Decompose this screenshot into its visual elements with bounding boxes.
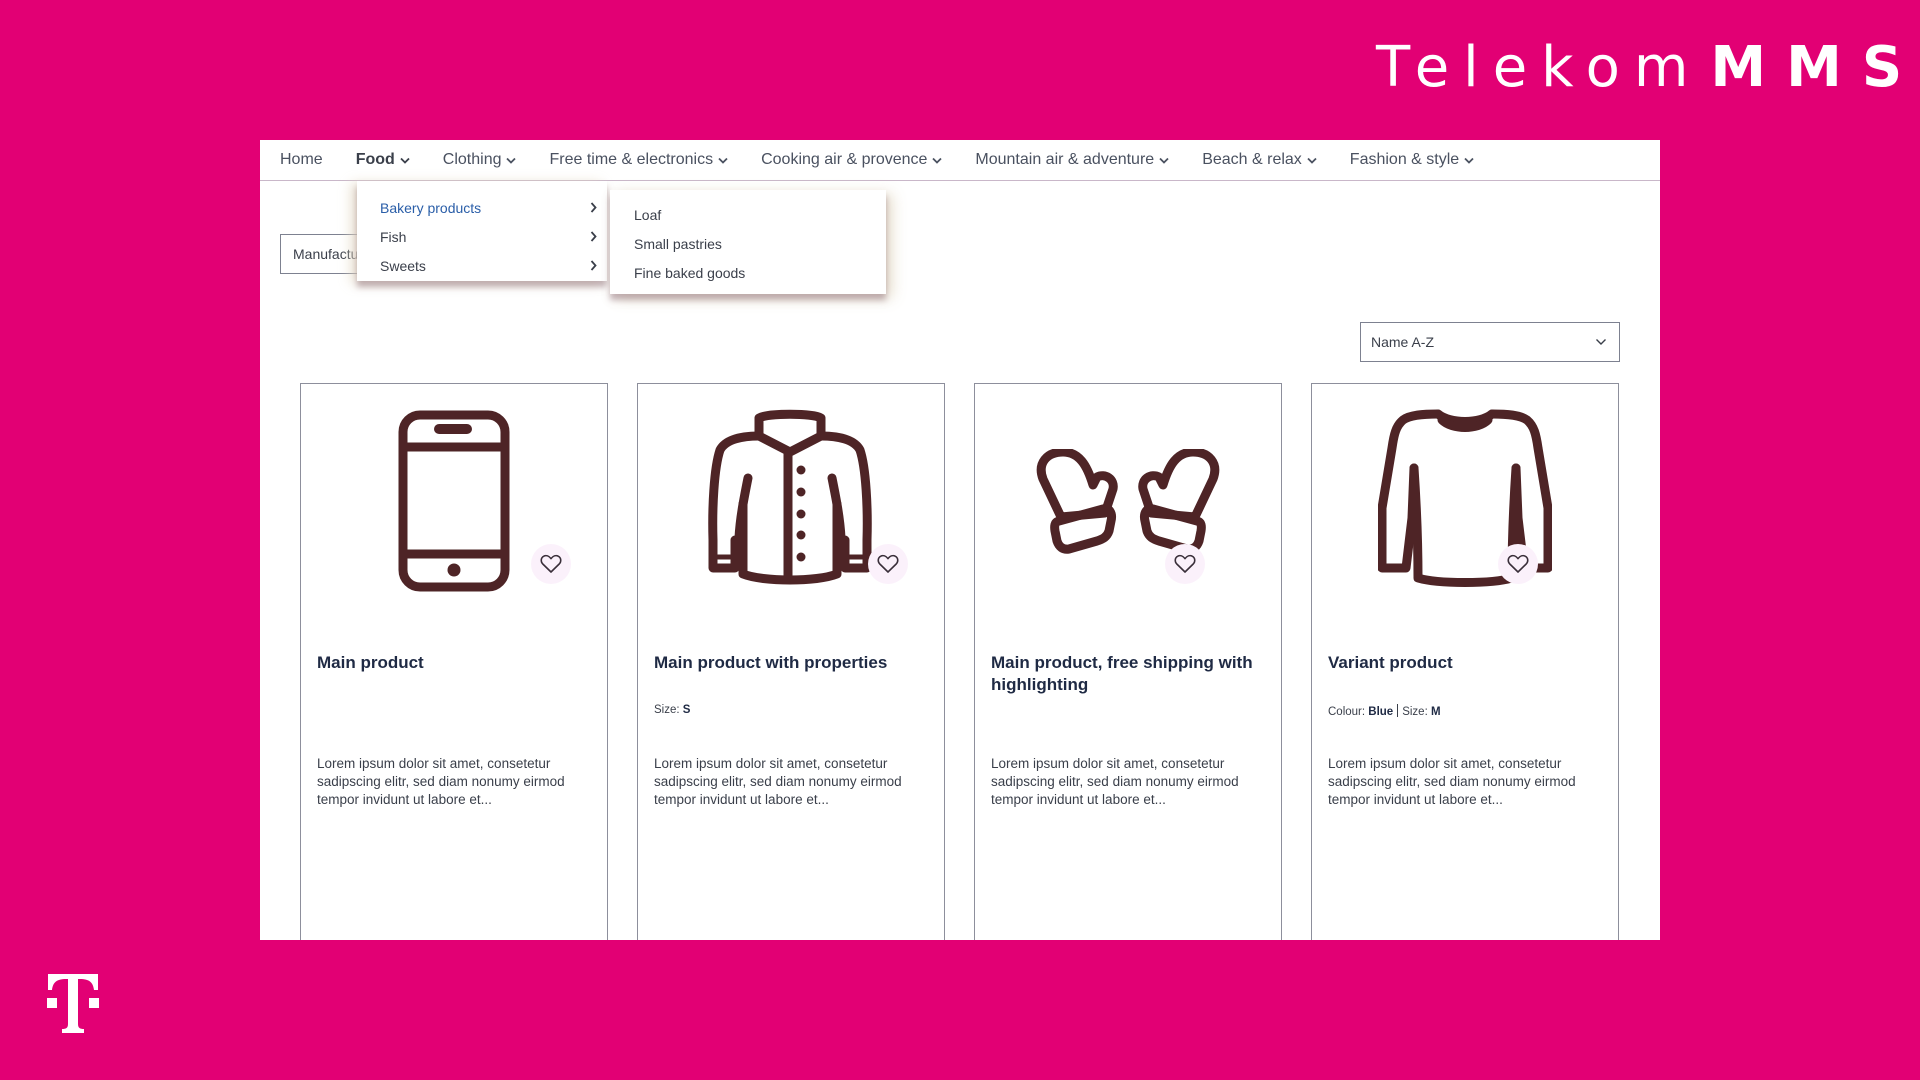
jacket-icon xyxy=(708,409,872,585)
product-card[interactable]: Variant product Colour: Blue Size: M Lore… xyxy=(1311,383,1619,940)
sort-select[interactable]: Name A-Z xyxy=(1360,322,1620,362)
menu-item-label: Sweets xyxy=(380,257,426,274)
submenu-item-small-pastries[interactable]: Small pastries xyxy=(610,229,886,258)
nav-label: Food xyxy=(355,151,395,168)
menu-item-label: Fish xyxy=(380,228,407,245)
wishlist-button[interactable] xyxy=(868,544,908,584)
menu-item-sweets[interactable]: Sweets xyxy=(357,251,607,280)
product-title[interactable]: Main product with properties xyxy=(654,652,930,674)
nav-item-cooking-air-provence[interactable]: Cooking air & provence xyxy=(761,151,943,169)
product-title[interactable]: Main product xyxy=(317,652,593,674)
product-card[interactable]: Main product, free shipping with highlig… xyxy=(974,383,1282,940)
nav-item-food[interactable]: Food xyxy=(356,151,410,169)
chevron-right-icon xyxy=(590,231,597,242)
product-card[interactable]: Main product Lorem ipsum dolor sit amet,… xyxy=(300,383,608,940)
chevron-down-icon xyxy=(1596,339,1606,345)
nav-label: Mountain air & adventure xyxy=(975,151,1155,168)
chevron-down-icon xyxy=(1307,157,1317,164)
nav-label: Cooking air & provence xyxy=(761,151,928,168)
product-image[interactable] xyxy=(1312,384,1618,606)
nav-item-mountain-air-adventure[interactable]: Mountain air & adventure xyxy=(975,151,1169,169)
chevron-down-icon xyxy=(506,157,517,164)
nav-item-fashion-style[interactable]: Fashion & style xyxy=(1350,151,1474,169)
product-description: Lorem ipsum dolor sit amet, consetetur s… xyxy=(991,756,1239,807)
property-separator xyxy=(1397,704,1399,717)
menu-item-bakery-products[interactable]: Bakery products xyxy=(357,193,607,222)
menu-item-fish[interactable]: Fish xyxy=(357,222,607,251)
menu-item-label: Bakery products xyxy=(380,199,482,216)
wishlist-button[interactable] xyxy=(1165,544,1205,584)
product-properties: Size: S xyxy=(654,704,690,716)
brand-suffix: MMS xyxy=(1710,35,1920,100)
main-navigation: Home Food Clothing Free time & electroni… xyxy=(260,140,1660,181)
nav-item-free-time-electronics[interactable]: Free time & electronics xyxy=(549,151,728,169)
submenu-item-fine-baked-goods[interactable]: Fine baked goods xyxy=(610,258,886,287)
product-properties: Colour: Blue Size: M xyxy=(1328,704,1441,718)
product-image[interactable] xyxy=(638,384,944,606)
nav-label: Clothing xyxy=(442,151,502,168)
chevron-down-icon xyxy=(1159,157,1169,164)
wishlist-button[interactable] xyxy=(1498,544,1538,584)
heart-icon xyxy=(1174,554,1196,573)
heart-icon xyxy=(877,554,899,573)
product-description: Lorem ipsum dolor sit amet, consetetur s… xyxy=(317,756,565,807)
chevron-right-icon xyxy=(590,260,597,271)
chevron-down-icon xyxy=(718,157,728,164)
property-name: Size: xyxy=(1402,706,1428,718)
mittens-icon xyxy=(1036,449,1220,554)
sort-selected-value: Name A-Z xyxy=(1371,334,1435,350)
heart-icon xyxy=(540,554,562,573)
product-title[interactable]: Main product, free shipping with highlig… xyxy=(991,652,1267,696)
property-value: M xyxy=(1430,706,1441,718)
nav-label: Fashion & style xyxy=(1349,151,1460,168)
food-dropdown-menu: Bakery products Fish Sweets xyxy=(357,181,607,281)
submenu-item-loaf[interactable]: Loaf xyxy=(610,200,886,229)
nav-item-home[interactable]: Home xyxy=(280,151,323,169)
chevron-down-icon xyxy=(400,157,410,164)
property-name: Size: xyxy=(654,704,680,716)
brand-logo-text: Telekom MMS xyxy=(1376,36,1920,100)
brand-name: Telekom xyxy=(1376,35,1703,100)
property-name: Colour: xyxy=(1328,706,1366,718)
product-description: Lorem ipsum dolor sit amet, consetetur s… xyxy=(1328,756,1576,807)
product-card[interactable]: Main product with properties Size: S Lor… xyxy=(637,383,945,940)
nav-item-beach-relax[interactable]: Beach & relax xyxy=(1202,151,1317,169)
bakery-products-submenu: Loaf Small pastries Fine baked goods xyxy=(610,190,886,294)
product-description: Lorem ipsum dolor sit amet, consetetur s… xyxy=(654,756,902,807)
chevron-down-icon xyxy=(1464,157,1474,164)
product-image[interactable] xyxy=(975,384,1281,606)
nav-label: Free time & electronics xyxy=(549,151,714,168)
nav-label: Home xyxy=(280,151,323,168)
chevron-down-icon xyxy=(932,157,943,164)
heart-icon xyxy=(1507,554,1529,573)
nav-item-clothing[interactable]: Clothing xyxy=(443,151,517,169)
property-value: Blue xyxy=(1368,706,1394,718)
product-title[interactable]: Variant product xyxy=(1328,652,1604,674)
wishlist-button[interactable] xyxy=(531,544,571,584)
telekom-t-logo-icon xyxy=(47,974,99,1033)
chevron-right-icon xyxy=(590,202,597,213)
smartphone-icon xyxy=(398,410,510,592)
product-image[interactable] xyxy=(301,384,607,606)
property-value: S xyxy=(682,704,691,716)
shop-window: Home Food Clothing Free time & electroni… xyxy=(260,140,1660,940)
nav-label: Beach & relax xyxy=(1202,151,1302,168)
